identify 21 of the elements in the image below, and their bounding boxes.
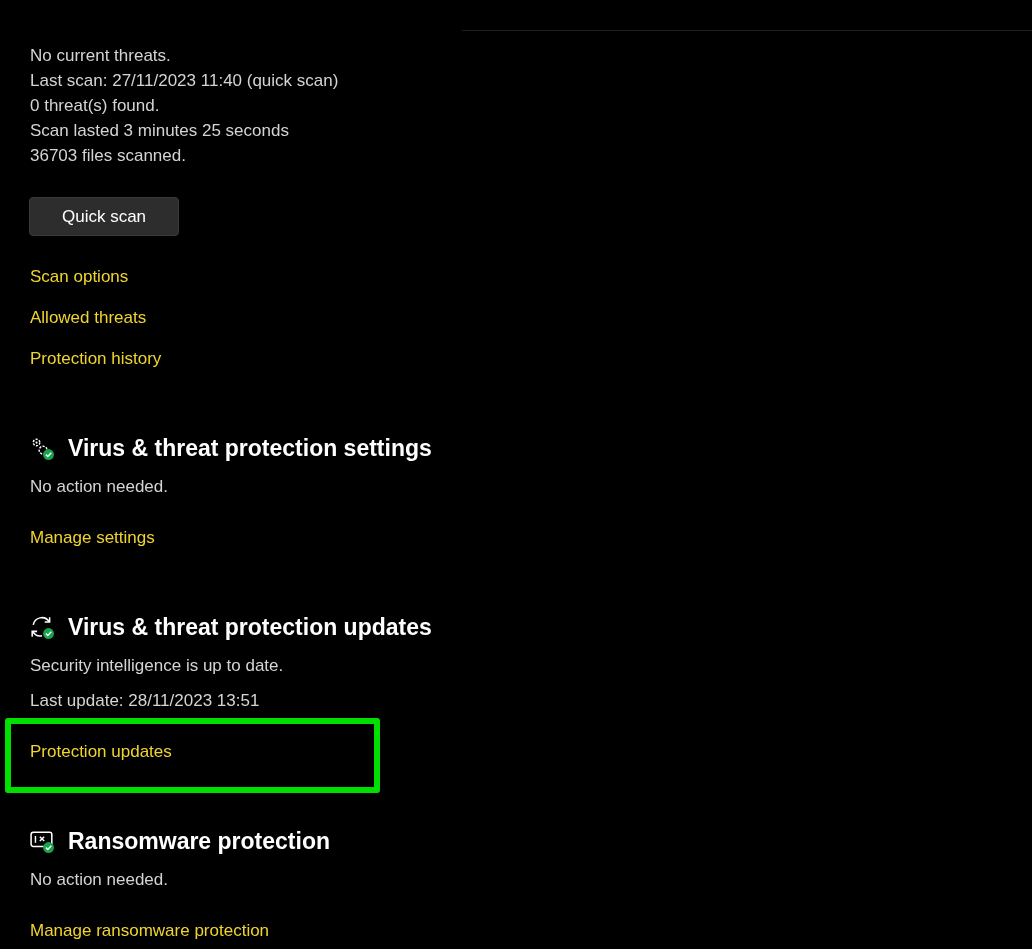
link[interactable]: Protection updates [30,742,172,761]
link[interactable]: Protection history [30,346,162,371]
status-text: No action needed. [30,476,168,498]
link[interactable]: Scan options [30,264,129,289]
sync-icon [30,615,54,639]
quick-scan-button[interactable]: Quick scan [29,197,179,236]
status-text: No action needed. [30,869,168,891]
status-text: No current threats. [30,45,171,67]
status-text: Last scan: 27/11/2023 11:40 (quick scan) [30,70,339,92]
status-text: Last update: 28/11/2023 13:51 [30,690,260,712]
status-text: 36703 files scanned. [30,145,186,167]
link[interactable]: Manage ransomware protection [30,921,270,940]
status-text: Scan lasted 3 minutes 25 seconds [30,120,289,142]
section-title: Virus & threat protection settings [68,434,432,463]
section-title: Ransomware protection [68,827,330,856]
status-text: Security intelligence is up to date. [30,655,284,677]
link[interactable]: Allowed threats [30,305,147,330]
link[interactable]: Manage settings [30,528,155,547]
gears-icon [30,436,54,460]
section-title: Virus & threat protection updates [68,613,432,642]
status-text: 0 threat(s) found. [30,95,160,117]
